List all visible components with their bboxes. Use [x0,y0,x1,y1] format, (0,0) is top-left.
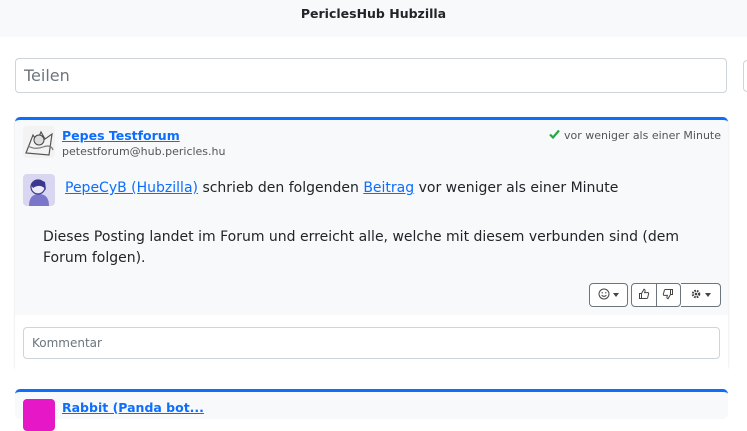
chevron-down-icon [613,293,619,297]
post-card: Pepes Testforum petestforum@hub.pericles… [15,117,728,373]
share-side-button[interactable] [743,60,747,92]
comment-input[interactable] [23,327,720,359]
forum-avatar[interactable] [23,126,55,158]
settings-dropdown[interactable] [681,284,720,306]
post-body: Dieses Posting landet im Forum und errei… [43,229,680,266]
like-button[interactable] [632,284,656,306]
author-address: petestforum@hub.pericles.hu [62,145,226,158]
author-name-link[interactable]: Pepes Testforum [62,128,180,143]
gear-icon [690,288,702,303]
smiley-icon [598,288,610,303]
dislike-button[interactable] [655,284,681,306]
sharer-avatar[interactable] [23,174,55,206]
share-box[interactable] [15,58,727,93]
emoji-dropdown[interactable] [590,284,627,306]
check-icon [549,129,560,142]
vote-button-group [631,283,681,307]
next-post-author-link[interactable]: Rabbit (Panda bot... [62,400,204,415]
post-time: vor weniger als einer Minute [549,129,721,142]
top-navbar: PericlesHub Hubzilla [0,0,747,37]
emoji-reaction-button[interactable] [589,283,628,307]
share-info: PepeCyB (Hubzilla) schrieb den folgenden… [65,180,618,196]
next-post-card: Rabbit (Panda bot... [15,389,728,431]
comment-section [15,315,728,373]
chevron-down-icon [705,293,711,297]
thumbs-up-icon [638,288,650,303]
post-settings-button[interactable] [681,283,721,307]
next-post-avatar[interactable] [23,399,55,431]
thumbs-down-icon [662,288,674,303]
share-text: schrieb den folgenden [202,180,359,196]
post-time-label: vor weniger als einer Minute [564,129,721,142]
original-post-link[interactable]: Beitrag [363,180,414,196]
sharer-name-link[interactable]: PepeCyB (Hubzilla) [65,180,198,196]
site-title[interactable]: PericlesHub Hubzilla [0,6,747,21]
share-time: vor weniger als einer Minute [418,180,619,196]
share-input[interactable] [16,59,726,92]
